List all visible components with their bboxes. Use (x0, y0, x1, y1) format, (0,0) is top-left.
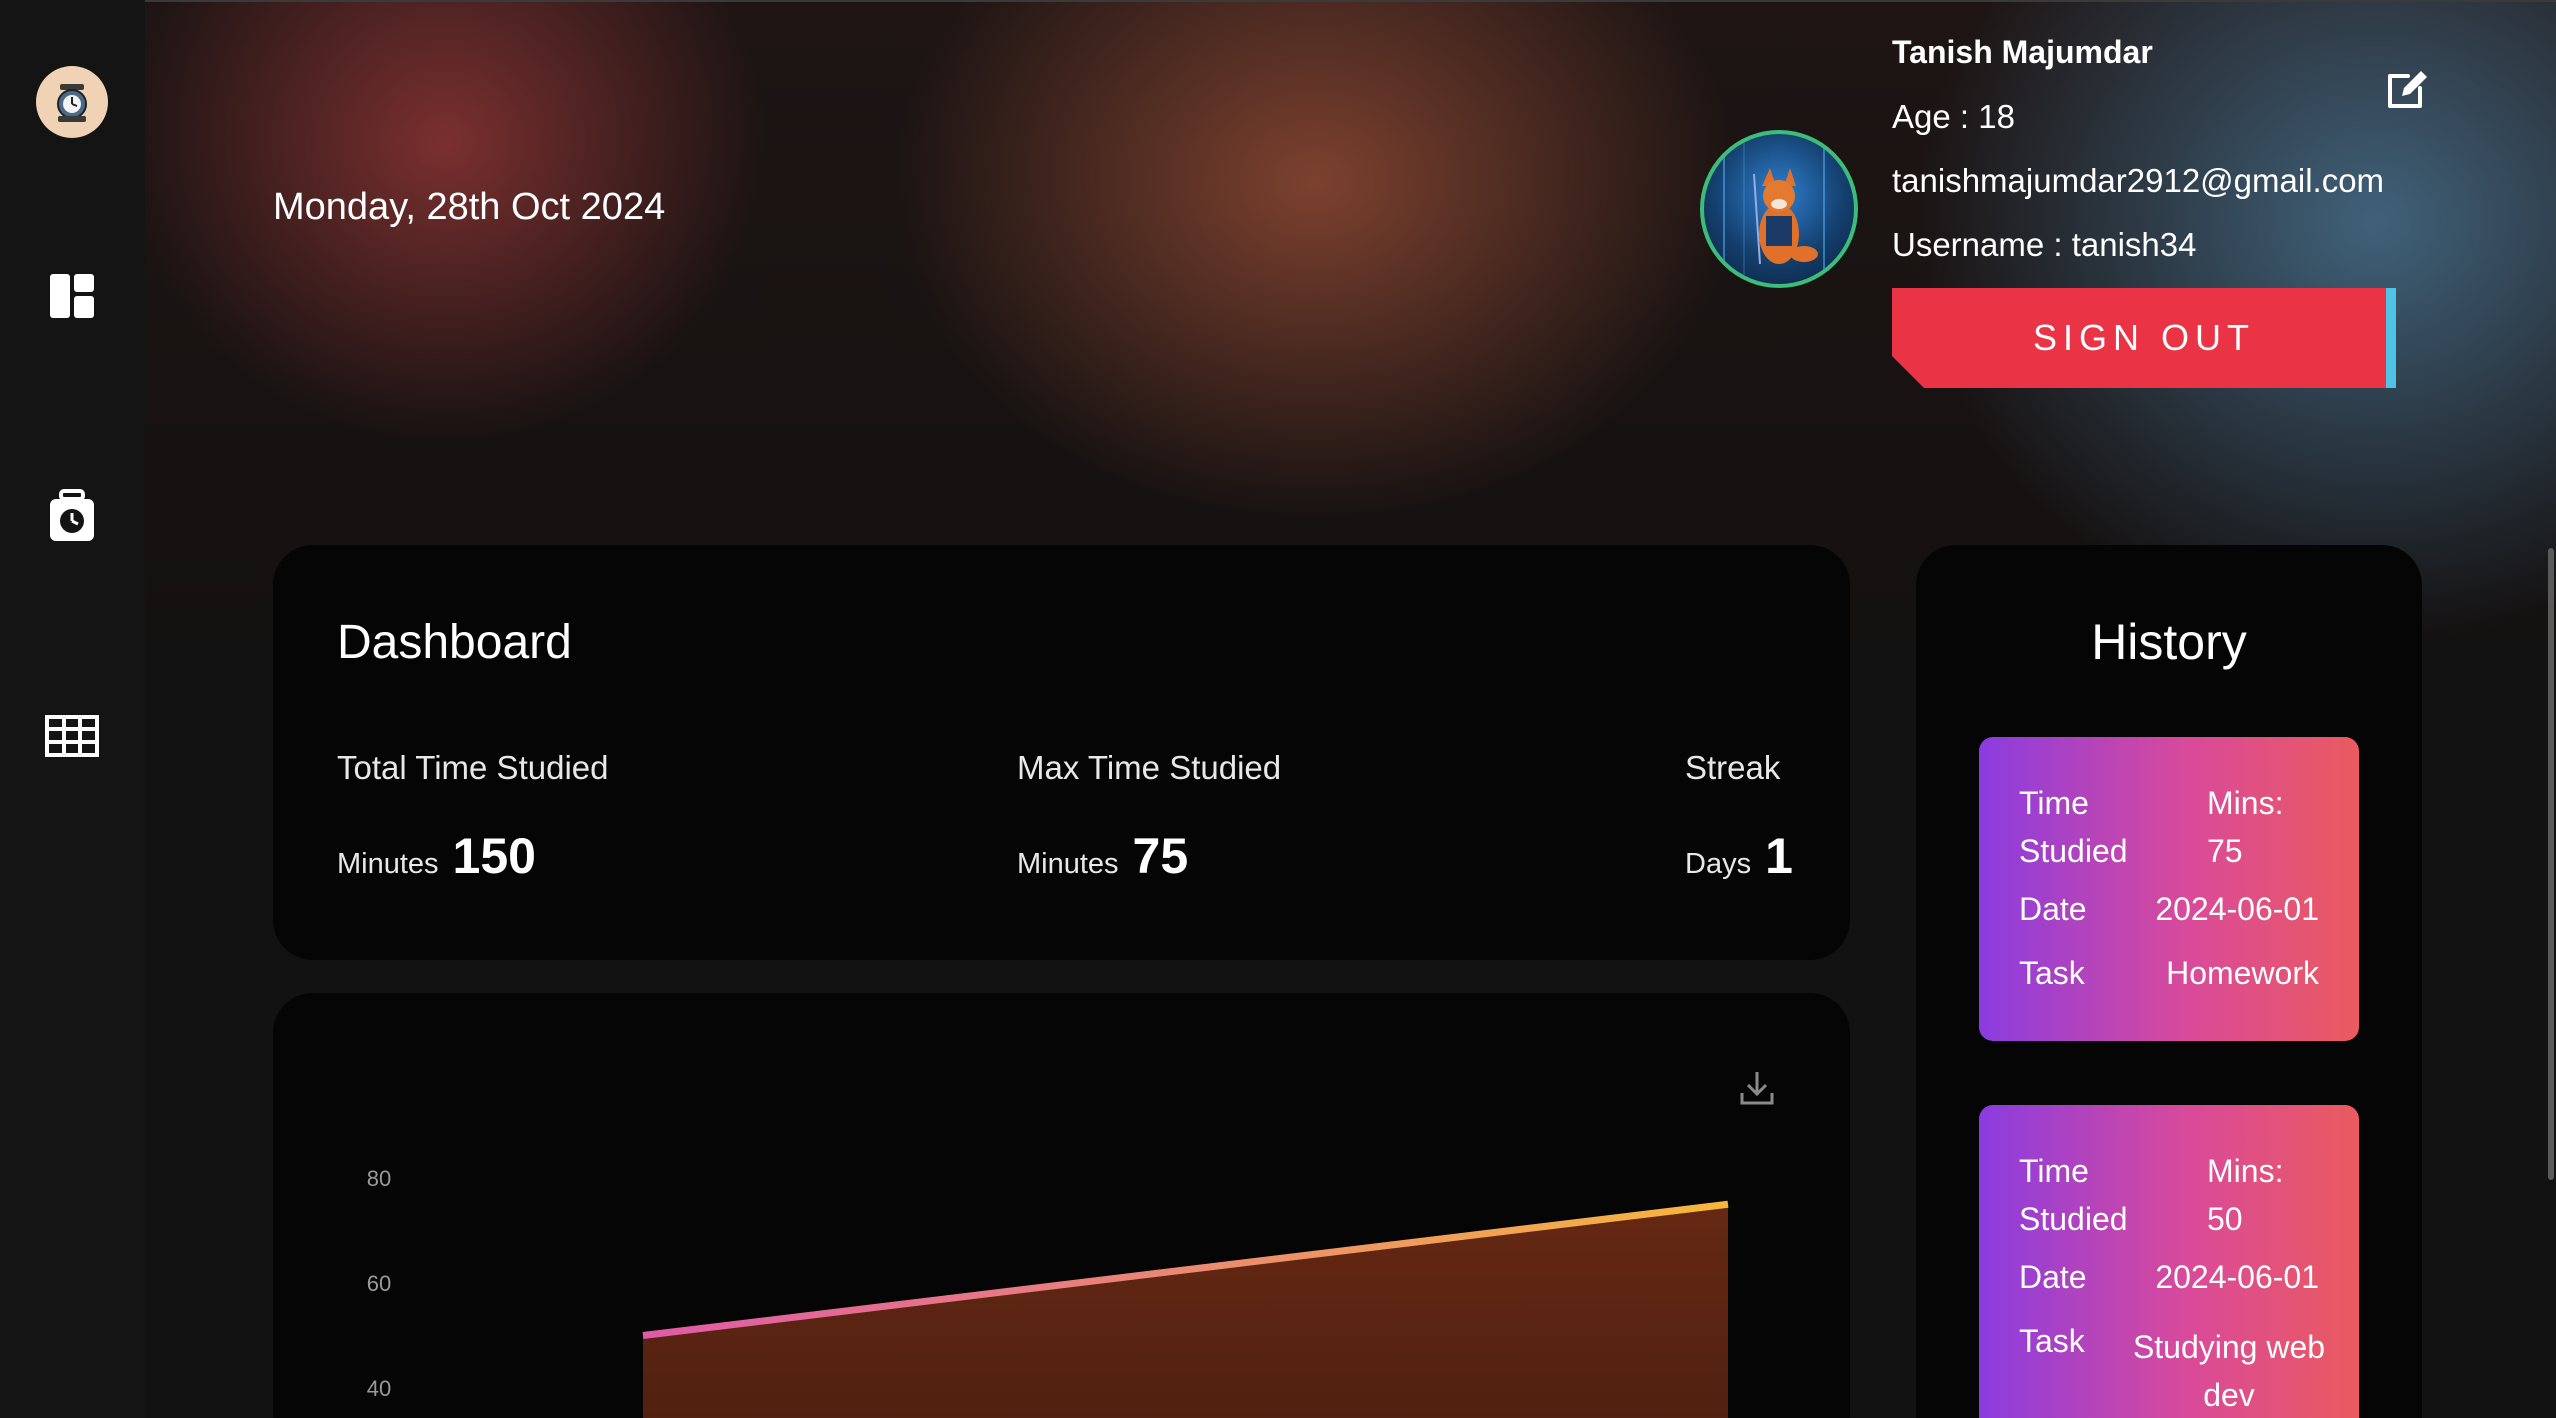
stat-label-streak: Streak (1685, 749, 1781, 786)
stat-label-max: Max Time Studied (1017, 749, 1282, 786)
history-task-value: Studying web dev (2132, 1329, 2326, 1413)
y-tick-label: 40 (367, 1376, 391, 1401)
history-date-label: Date (2019, 1259, 2087, 1295)
stat-unit-total: Minutes (337, 848, 439, 880)
study-chart-card: 80 60 40 (273, 993, 1850, 1418)
sidebar (0, 0, 145, 1418)
history-entry[interactable]: Time Studied Mins: 75 Date 2024-06-01 Ta… (1979, 737, 2359, 1041)
stat-max: Minutes 75 (1017, 827, 1188, 885)
chart-area (643, 1204, 1728, 1418)
history-date-value: 2024-06-01 (2155, 1259, 2319, 1295)
sign-out-button[interactable]: SIGN OUT (1892, 288, 2396, 388)
stat-unit-streak: Days (1685, 848, 1752, 880)
history-time-value: Mins: 50 (2207, 1153, 2284, 1237)
dashboard-icon[interactable] (40, 264, 104, 328)
stat-unit-max: Minutes (1017, 848, 1119, 880)
history-panel: History Time Studied Mins: 75 Date 2024-… (1916, 545, 2422, 1418)
app-logo-icon[interactable] (36, 66, 108, 138)
history-task-label: Task (2019, 1323, 2085, 1359)
history-date-label: Date (2019, 891, 2087, 927)
history-time-label: Time Studied (2019, 1153, 2128, 1237)
current-date: Monday, 28th Oct 2024 (273, 186, 666, 228)
dashboard-title: Dashboard (337, 616, 572, 669)
avatar[interactable] (1700, 130, 1858, 288)
history-date-value: 2024-06-01 (2155, 891, 2319, 927)
profile-email: tanishmajumdar2912@gmail.com (1892, 162, 2385, 199)
timer-icon[interactable] (40, 484, 104, 548)
sign-out-accent (2386, 288, 2396, 388)
history-time-value: Mins: 75 (2207, 785, 2284, 869)
scrollbar[interactable] (2548, 548, 2554, 1180)
table-icon[interactable] (40, 704, 104, 768)
study-time-chart: 80 60 40 (367, 1166, 1729, 1418)
dashboard-card: Dashboard Total Time Studied Minutes 150… (273, 545, 1850, 960)
stat-label-total: Total Time Studied (337, 749, 609, 786)
stat-total: Minutes 150 (337, 827, 536, 885)
history-task-value: Homework (2166, 955, 2319, 991)
stat-streak: Days 1 (1685, 827, 1793, 885)
profile-name: Tanish Majumdar (1892, 34, 2153, 70)
profile-age: Age : 18 (1892, 98, 2015, 135)
history-time-label: Time Studied (2019, 785, 2128, 869)
history-entry[interactable]: Time Studied Mins: 50 Date 2024-06-01 Ta… (1979, 1105, 2359, 1418)
stat-value-total: 150 (452, 828, 536, 884)
y-tick-label: 60 (367, 1271, 391, 1296)
history-task-label: Task (2019, 955, 2085, 991)
edit-profile-icon[interactable] (2384, 66, 2430, 112)
y-tick-label: 80 (367, 1166, 391, 1191)
stat-value-streak: 1 (1765, 828, 1793, 884)
stat-value-max: 75 (1132, 828, 1189, 884)
history-title: History (2091, 614, 2247, 670)
profile-username: Username : tanish34 (1892, 226, 2197, 263)
